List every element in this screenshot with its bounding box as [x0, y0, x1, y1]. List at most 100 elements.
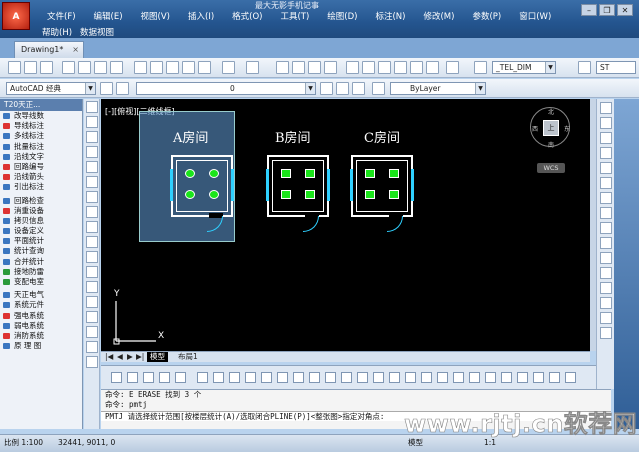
palette-item[interactable]: 合并统计 — [0, 257, 82, 267]
block-editor-icon[interactable] — [198, 61, 211, 74]
fillet-icon[interactable] — [600, 312, 612, 324]
viewcube[interactable]: 北 南 西 东 上 — [530, 107, 570, 149]
palette-item[interactable]: 拷贝信息 — [0, 216, 82, 226]
array-icon[interactable] — [600, 162, 612, 174]
tool-icon[interactable] — [421, 372, 432, 383]
palette-item[interactable]: 沿线文字 — [0, 152, 82, 162]
layer-state-icon[interactable] — [352, 82, 365, 95]
menu-tools[interactable]: 工具(T) — [271, 10, 318, 22]
palette-item[interactable]: 改导线数 — [0, 111, 82, 121]
tab-model[interactable]: 模型 — [147, 352, 168, 362]
table-style-icon[interactable] — [578, 61, 591, 74]
workspace-settings-icon[interactable] — [100, 82, 113, 95]
palette-item[interactable]: 设备定义 — [0, 226, 82, 236]
menu-draw[interactable]: 绘图(D) — [318, 10, 366, 22]
palette-item[interactable]: 平面统计 — [0, 236, 82, 246]
close-icon[interactable]: ✕ — [617, 4, 633, 16]
palette-item[interactable]: 批量标注 — [0, 142, 82, 152]
tab-drawing1[interactable]: Drawing1* × — [14, 41, 84, 58]
fixture-icon[interactable] — [305, 190, 315, 199]
line-icon[interactable] — [86, 101, 98, 113]
make-current-icon[interactable] — [320, 82, 333, 95]
palette-item[interactable]: 回路编号 — [0, 162, 82, 172]
dim-style-select[interactable]: _TEL_DIM ▼ — [492, 61, 556, 74]
design-center-icon[interactable] — [362, 61, 375, 74]
tool-icon[interactable] — [143, 372, 154, 383]
revcloud-icon[interactable] — [86, 206, 98, 218]
tool-icon[interactable] — [277, 372, 288, 383]
tool-icon[interactable] — [293, 372, 304, 383]
sheet-set-icon[interactable] — [394, 61, 407, 74]
tool-icon[interactable] — [213, 372, 224, 383]
drawing-canvas[interactable]: [-][俯视][二维线框] A房间 B房间 C房间 — [101, 99, 590, 351]
tool-icon[interactable] — [127, 372, 138, 383]
palette-item[interactable]: 接地防雷 — [0, 267, 82, 277]
arc-icon[interactable] — [86, 176, 98, 188]
palette-item[interactable]: 沿线箭头 — [0, 172, 82, 182]
undo-icon[interactable] — [222, 61, 235, 74]
fixture-icon[interactable] — [305, 169, 315, 178]
palette-item[interactable]: 弱电系统 — [0, 321, 82, 331]
tool-icon[interactable] — [437, 372, 448, 383]
menu-help[interactable]: 帮助(H) — [38, 26, 76, 38]
palette-item[interactable]: 系统元件 — [0, 300, 82, 310]
join-icon[interactable] — [600, 282, 612, 294]
open-icon[interactable] — [24, 61, 37, 74]
3d-print-icon[interactable] — [110, 61, 123, 74]
palette-item[interactable]: 消重设备 — [0, 206, 82, 216]
fixture-icon[interactable] — [185, 169, 195, 178]
mirror-icon[interactable] — [600, 132, 612, 144]
trim-icon[interactable] — [600, 237, 612, 249]
fixture-icon[interactable] — [209, 169, 219, 178]
make-block-icon[interactable] — [86, 281, 98, 293]
tab-close-icon[interactable]: × — [72, 42, 79, 57]
tool-icon[interactable] — [533, 372, 544, 383]
restore-icon[interactable]: ❐ — [599, 4, 615, 16]
menu-insert[interactable]: 插入(I) — [179, 10, 223, 22]
table-icon[interactable] — [86, 356, 98, 368]
annotation-scale[interactable]: 比例 1:100 — [4, 435, 43, 451]
zoom-realtime-icon[interactable] — [292, 61, 305, 74]
spline-icon[interactable] — [86, 221, 98, 233]
tool-icon[interactable] — [469, 372, 480, 383]
tab-nav-first-icon[interactable]: |◀ — [105, 352, 113, 362]
palette-item[interactable]: 多线标注 — [0, 131, 82, 141]
tool-icon[interactable] — [309, 372, 320, 383]
tool-icon[interactable] — [517, 372, 528, 383]
tool-icon[interactable] — [485, 372, 496, 383]
color-icon[interactable] — [372, 82, 385, 95]
tool-icon[interactable] — [453, 372, 464, 383]
compass-north[interactable]: 北 — [548, 107, 554, 116]
match-icon[interactable] — [182, 61, 195, 74]
preview-icon[interactable] — [78, 61, 91, 74]
menu-parametric[interactable]: 参数(P) — [463, 10, 510, 22]
polyline-icon[interactable] — [86, 131, 98, 143]
menu-edit[interactable]: 编辑(E) — [85, 10, 132, 22]
tool-icon[interactable] — [197, 372, 208, 383]
tool-icon[interactable] — [565, 372, 576, 383]
menu-data-view[interactable]: 数据视图 — [76, 26, 118, 38]
redo-icon[interactable] — [246, 61, 259, 74]
quickcalc-icon[interactable] — [426, 61, 439, 74]
fixture-icon[interactable] — [185, 190, 195, 199]
new-icon[interactable] — [8, 61, 21, 74]
copy-object-icon[interactable] — [600, 117, 612, 129]
break-icon[interactable] — [600, 267, 612, 279]
ellipse-icon[interactable] — [86, 236, 98, 248]
viewcube-face[interactable]: 上 — [543, 120, 559, 136]
menu-window[interactable]: 窗口(W) — [510, 10, 560, 22]
layer-select[interactable]: 0 ▼ — [136, 82, 316, 95]
chamfer-icon[interactable] — [600, 297, 612, 309]
tool-icon[interactable] — [245, 372, 256, 383]
tool-icon[interactable] — [357, 372, 368, 383]
plot-icon[interactable] — [62, 61, 75, 74]
menu-dimension[interactable]: 标注(N) — [366, 10, 414, 22]
minimize-icon[interactable]: – — [581, 4, 597, 16]
tool-icon[interactable] — [501, 372, 512, 383]
copy-icon[interactable] — [150, 61, 163, 74]
stretch-icon[interactable] — [600, 222, 612, 234]
color-select[interactable]: ByLayer ▼ — [390, 82, 486, 95]
save-icon[interactable] — [40, 61, 53, 74]
zoom-previous-icon[interactable] — [324, 61, 337, 74]
layer-manager-icon[interactable] — [116, 82, 129, 95]
